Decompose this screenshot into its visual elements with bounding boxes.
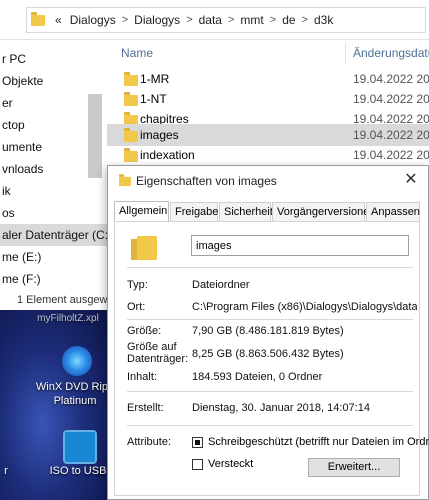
- column-header-name[interactable]: Name: [121, 46, 153, 60]
- breadcrumb-separator-icon[interactable]: >: [300, 14, 310, 26]
- folder-icon: [124, 148, 138, 162]
- contents-label: Inhalt:: [127, 371, 157, 383]
- size-on-disk-label-line2: Datenträger:: [127, 353, 189, 365]
- breadcrumb-separator-icon[interactable]: >: [268, 14, 278, 26]
- tab-vorgaengerversionen[interactable]: Vorgängerversionen: [272, 202, 375, 221]
- divider: [127, 391, 413, 392]
- folder-icon: [124, 72, 138, 86]
- nav-item-music[interactable]: ik: [0, 180, 11, 202]
- nav-item-pictures[interactable]: er: [0, 92, 13, 114]
- tab-allgemein[interactable]: Allgemein: [114, 201, 169, 222]
- file-name: 1-NT: [140, 92, 167, 106]
- address-field[interactable]: « Dialogys > Dialogys > data > mmt > de …: [26, 7, 426, 33]
- desktop-icon-label-partial[interactable]: r: [0, 464, 52, 478]
- type-value: Dateiordner: [192, 279, 250, 291]
- folder-icon: [124, 92, 138, 106]
- close-icon[interactable]: ✕: [402, 171, 420, 189]
- nav-scrollbar-thumb[interactable]: [88, 94, 102, 178]
- location-label: Ort:: [127, 301, 146, 313]
- file-name: images: [140, 128, 179, 142]
- divider: [127, 267, 413, 268]
- size-label: Größe:: [127, 325, 162, 337]
- folder-icon: [119, 174, 131, 187]
- list-item[interactable]: 1-MR 19.04.2022 20:40: [107, 68, 429, 90]
- list-item[interactable]: 1-NT 19.04.2022 20:42: [107, 88, 429, 110]
- nav-item-documents[interactable]: umente: [0, 136, 42, 158]
- file-date: 19.04.2022 20:40: [353, 72, 429, 86]
- properties-dialog: Eigenschaften von images ✕ Allgemein Fre…: [107, 165, 429, 500]
- divider: [127, 319, 413, 320]
- tab-sicherheit[interactable]: Sicherheit: [219, 202, 273, 221]
- nav-item-volume-e[interactable]: me (E:): [0, 246, 41, 268]
- tab-freigabe[interactable]: Freigabe: [170, 202, 218, 221]
- list-item-selected[interactable]: images 19.04.2022 20:33: [107, 124, 429, 146]
- breadcrumb-de[interactable]: de: [278, 13, 299, 27]
- hidden-checkbox-label[interactable]: Versteckt: [208, 458, 253, 470]
- breadcrumb-data[interactable]: data: [195, 13, 226, 27]
- breadcrumb-separator-icon[interactable]: >: [120, 14, 130, 26]
- column-divider[interactable]: [345, 42, 346, 64]
- desktop-icon-label-partial: myFilholtZ.xpl: [37, 313, 99, 324]
- nav-item-this-pc[interactable]: r PC: [0, 48, 26, 70]
- breadcrumb-mmt[interactable]: mmt: [236, 13, 267, 27]
- location-value: C:\Program Files (x86)\Dialogys\Dialogys…: [192, 301, 417, 313]
- overflow-chevron-icon[interactable]: «: [51, 13, 66, 27]
- winx-dvd-ripper-icon[interactable]: [62, 346, 92, 376]
- type-label: Typ:: [127, 279, 148, 291]
- column-header-date[interactable]: Änderungsdatum: [353, 46, 429, 60]
- created-value: Dienstag, 30. Januar 2018, 14:07:14: [192, 402, 370, 414]
- desktop-icon-label-line2: Platinum: [53, 395, 97, 407]
- folder-icon: [124, 128, 138, 142]
- nav-item-downloads[interactable]: vnloads: [0, 158, 43, 180]
- nav-item-videos[interactable]: os: [0, 202, 15, 224]
- folder-name-input[interactable]: [191, 235, 409, 256]
- attributes-label: Attribute:: [127, 436, 172, 448]
- contents-value: 184.593 Dateien, 0 Ordner: [192, 371, 323, 383]
- nav-item-desktop[interactable]: ctop: [0, 114, 25, 136]
- file-date: 19.04.2022 20:33: [353, 148, 429, 162]
- desktop-icon-label[interactable]: WinX DVD Ripp Platinum: [29, 380, 107, 408]
- breadcrumb-dialogys-2[interactable]: Dialogys: [130, 13, 184, 27]
- breadcrumb-d3k[interactable]: d3k: [310, 13, 337, 27]
- advanced-button[interactable]: Erweitert...: [308, 458, 400, 477]
- address-bar: « Dialogys > Dialogys > data > mmt > de …: [0, 0, 429, 40]
- readonly-checkbox[interactable]: [192, 437, 203, 448]
- folder-icon: [131, 236, 157, 260]
- readonly-checkbox-label[interactable]: Schreibgeschützt (betrifft nur Dateien i…: [208, 436, 429, 448]
- file-date: 19.04.2022 20:33: [353, 128, 429, 142]
- file-name: indexation: [140, 148, 195, 162]
- desktop-background: myFilholtZ.xpl WinX DVD Ripp Platinum IS…: [0, 310, 107, 500]
- desktop-icon-label-line1: WinX DVD Ripp: [35, 381, 107, 393]
- iso-to-usb-icon[interactable]: [63, 430, 97, 464]
- size-on-disk-value: 8,25 GB (8.863.506.432 Bytes): [192, 348, 344, 360]
- hidden-checkbox[interactable]: [192, 459, 203, 470]
- file-list: Name Änderungsdatum 1-MR 19.04.2022 20:4…: [107, 40, 429, 170]
- nav-item-volume-f[interactable]: me (F:): [0, 268, 41, 290]
- file-name: 1-MR: [140, 72, 170, 86]
- status-bar: 1 Element ausgewä: [17, 294, 107, 306]
- breadcrumb-separator-icon[interactable]: >: [184, 14, 194, 26]
- nav-item-3d-objects[interactable]: Objekte: [0, 70, 43, 92]
- tab-panel-allgemein: Typ: Dateiordner Ort: C:\Program Files (…: [114, 221, 429, 496]
- tab-anpassen[interactable]: Anpassen: [366, 202, 420, 221]
- breadcrumb-separator-icon[interactable]: >: [226, 14, 236, 26]
- file-date: 19.04.2022 20:42: [353, 92, 429, 106]
- dialog-titlebar[interactable]: Eigenschaften von images ✕: [108, 166, 428, 196]
- size-value: 7,90 GB (8.486.181.819 Bytes): [192, 325, 344, 337]
- divider: [127, 425, 413, 426]
- list-item[interactable]: indexation 19.04.2022 20:33: [107, 144, 429, 166]
- created-label: Erstellt:: [127, 402, 164, 414]
- dialog-title: Eigenschaften von images: [136, 174, 277, 188]
- nav-item-local-disk-c[interactable]: aler Datenträger (C:: [0, 224, 107, 246]
- navigation-pane: r PC Objekte er ctop umente vnloads ik o…: [0, 40, 107, 310]
- breadcrumb-dialogys-1[interactable]: Dialogys: [66, 13, 120, 27]
